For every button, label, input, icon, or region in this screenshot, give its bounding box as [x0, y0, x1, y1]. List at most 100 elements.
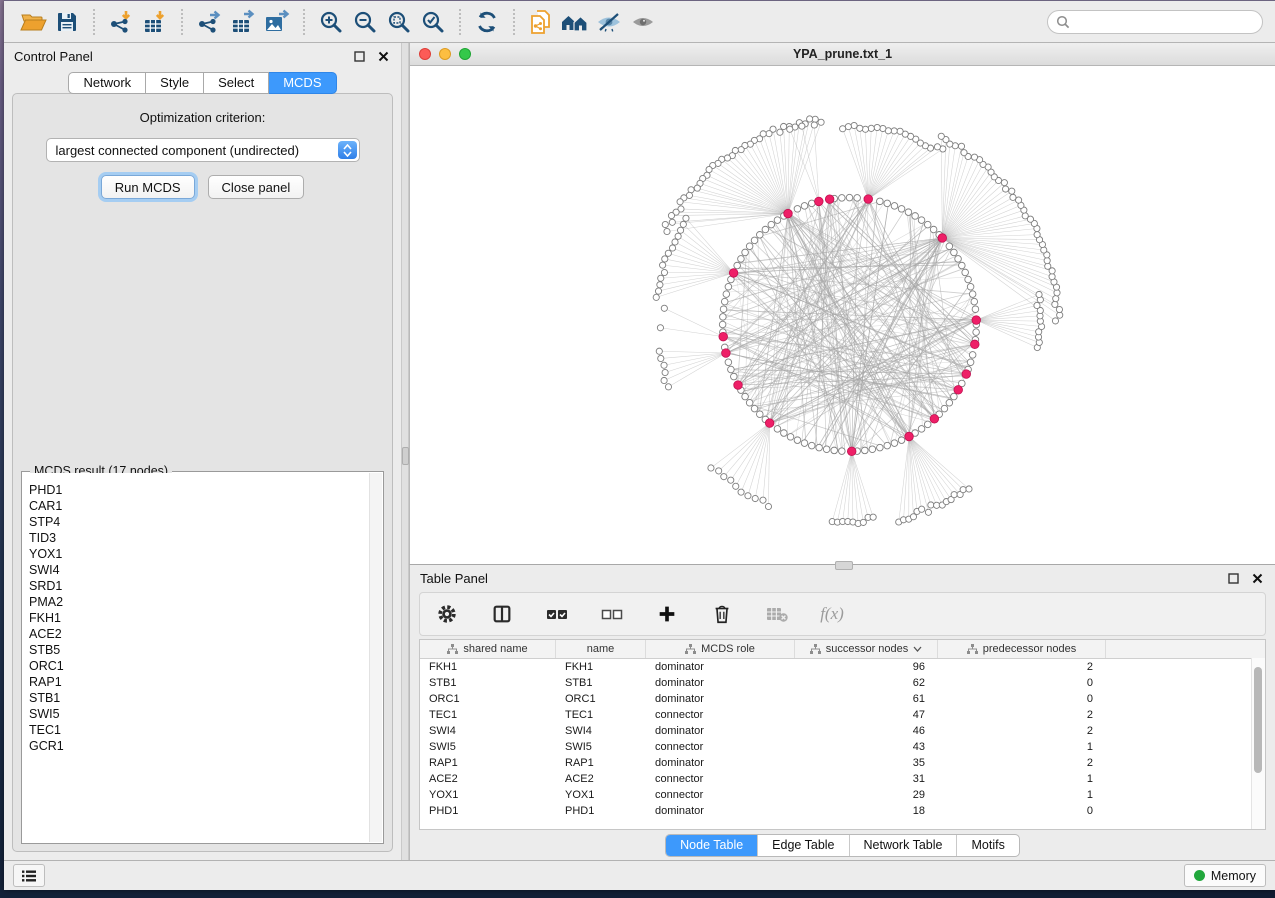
- table-row[interactable]: PHD1PHD1dominator180: [420, 803, 1265, 819]
- float-panel-icon[interactable]: [351, 48, 367, 64]
- vertical-splitter[interactable]: [401, 43, 409, 860]
- table-row[interactable]: RAP1RAP1dominator352: [420, 755, 1265, 771]
- table-row[interactable]: SWI4SWI4dominator462: [420, 723, 1265, 739]
- hide-selected-button[interactable]: [592, 6, 626, 38]
- tab-select[interactable]: Select: [204, 72, 269, 94]
- mcds-result-item[interactable]: YOX1: [23, 546, 382, 562]
- clone-network-button[interactable]: [524, 6, 558, 38]
- close-table-panel-icon[interactable]: [1249, 570, 1265, 586]
- add-column-button[interactable]: [650, 598, 684, 630]
- cell-predecessor-nodes: 0: [938, 693, 1106, 705]
- column-label: predecessor nodes: [983, 643, 1077, 655]
- mcds-result-item[interactable]: TID3: [23, 530, 382, 546]
- control-panel-title: Control Panel: [14, 49, 93, 64]
- first-neighbors-button[interactable]: [558, 6, 592, 38]
- show-tasks-button[interactable]: [13, 864, 45, 887]
- mcds-result-item[interactable]: SRD1: [23, 578, 382, 594]
- mcds-result-item[interactable]: STB5: [23, 642, 382, 658]
- shared-column-icon: [810, 644, 821, 654]
- tab-edge-table[interactable]: Edge Table: [757, 835, 848, 856]
- show-all-button[interactable]: [626, 6, 660, 38]
- table-options-button[interactable]: [430, 598, 464, 630]
- delete-columns-button[interactable]: [705, 598, 739, 630]
- close-window-icon[interactable]: [419, 48, 431, 60]
- delete-table-button[interactable]: [760, 598, 794, 630]
- tab-motifs[interactable]: Motifs: [956, 835, 1018, 856]
- mcds-result-item[interactable]: SWI4: [23, 562, 382, 578]
- tab-mcds[interactable]: MCDS: [269, 72, 336, 94]
- mcds-result-item[interactable]: ORC1: [23, 658, 382, 674]
- column-header-mcds-role[interactable]: MCDS role: [646, 640, 795, 658]
- toolbar-separator: [303, 9, 305, 35]
- export-table-button[interactable]: [226, 6, 260, 38]
- table-row[interactable]: TEC1TEC1connector472: [420, 707, 1265, 723]
- column-header-predecessor-nodes[interactable]: predecessor nodes: [938, 640, 1106, 658]
- delete-table-icon: [765, 604, 789, 624]
- mcds-result-item[interactable]: STB1: [23, 690, 382, 706]
- cell-shared-name: TEC1: [420, 709, 556, 721]
- run-mcds-button[interactable]: Run MCDS: [101, 175, 195, 199]
- splitter-handle[interactable]: [402, 447, 409, 465]
- column-header-shared-name[interactable]: shared name: [420, 640, 556, 658]
- table-row[interactable]: STB1STB1dominator620: [420, 675, 1265, 691]
- status-bar: Memory: [4, 860, 1275, 890]
- column-header-successor-nodes[interactable]: successor nodes: [795, 640, 938, 658]
- export-network-button[interactable]: [192, 6, 226, 38]
- cell-predecessor-nodes: 2: [938, 757, 1106, 769]
- search-input[interactable]: [1076, 14, 1254, 30]
- zoom-fit-button[interactable]: [382, 6, 416, 38]
- close-panel-icon[interactable]: [375, 48, 391, 64]
- select-all-rows-button[interactable]: [540, 598, 574, 630]
- zoom-in-button[interactable]: [314, 6, 348, 38]
- column-header-name[interactable]: name: [556, 640, 646, 658]
- main-toolbar: [4, 1, 1275, 43]
- mcds-result-item[interactable]: SWI5: [23, 706, 382, 722]
- search-box[interactable]: [1047, 10, 1263, 34]
- mcds-result-item[interactable]: PMA2: [23, 594, 382, 610]
- mcds-result-item[interactable]: RAP1: [23, 674, 382, 690]
- table-row[interactable]: ORC1ORC1dominator610: [420, 691, 1265, 707]
- mcds-result-item[interactable]: FKH1: [23, 610, 382, 626]
- table-header-row: shared namenameMCDS rolesuccessor nodes p…: [420, 640, 1265, 659]
- network-titlebar: YPA_prune.txt_1: [410, 43, 1275, 66]
- export-image-button[interactable]: [260, 6, 294, 38]
- cell-mcds-role: connector: [646, 789, 795, 801]
- cell-mcds-role: dominator: [646, 693, 795, 705]
- zoom-selected-button[interactable]: [416, 6, 450, 38]
- import-table-button[interactable]: [138, 6, 172, 38]
- mcds-result-item[interactable]: ACE2: [23, 626, 382, 642]
- network-canvas[interactable]: [410, 66, 1275, 564]
- save-session-button[interactable]: [50, 6, 84, 38]
- mcds-result-item[interactable]: CAR1: [23, 498, 382, 514]
- close-panel-button[interactable]: Close panel: [208, 175, 305, 199]
- refresh-view-button[interactable]: [470, 6, 504, 38]
- table-row[interactable]: FKH1FKH1dominator962: [420, 659, 1265, 675]
- minimize-window-icon[interactable]: [439, 48, 451, 60]
- tab-node-table[interactable]: Node Table: [666, 835, 757, 856]
- open-file-button[interactable]: [16, 6, 50, 38]
- mcds-result-list[interactable]: PHD1CAR1STP4TID3YOX1SWI4SRD1PMA2FKH1ACE2…: [23, 473, 382, 842]
- tab-style[interactable]: Style: [146, 72, 204, 94]
- tab-network[interactable]: Network: [68, 72, 146, 94]
- table-scrollbar-thumb[interactable]: [1254, 667, 1262, 773]
- table-scrollbar[interactable]: [1251, 658, 1265, 829]
- mcds-list-scrollbar[interactable]: [369, 473, 382, 842]
- float-table-panel-icon[interactable]: [1225, 570, 1241, 586]
- table-row[interactable]: ACE2ACE2connector311: [420, 771, 1265, 787]
- show-columns-button[interactable]: [485, 598, 519, 630]
- tab-network-table[interactable]: Network Table: [849, 835, 957, 856]
- memory-button[interactable]: Memory: [1184, 864, 1266, 887]
- mcds-result-item[interactable]: STP4: [23, 514, 382, 530]
- table-row[interactable]: SWI5SWI5connector431: [420, 739, 1265, 755]
- mcds-result-item[interactable]: GCR1: [23, 738, 382, 754]
- function-builder-button[interactable]: f(x): [815, 598, 849, 630]
- horizontal-splitter-handle[interactable]: [835, 561, 853, 570]
- mcds-result-item[interactable]: PHD1: [23, 482, 382, 498]
- zoom-out-button[interactable]: [348, 6, 382, 38]
- deselect-all-rows-button[interactable]: [595, 598, 629, 630]
- mcds-result-item[interactable]: TEC1: [23, 722, 382, 738]
- optimization-criterion-dropdown[interactable]: largest connected component (undirected): [46, 138, 360, 162]
- import-network-button[interactable]: [104, 6, 138, 38]
- maximize-window-icon[interactable]: [459, 48, 471, 60]
- table-row[interactable]: YOX1YOX1connector291: [420, 787, 1265, 803]
